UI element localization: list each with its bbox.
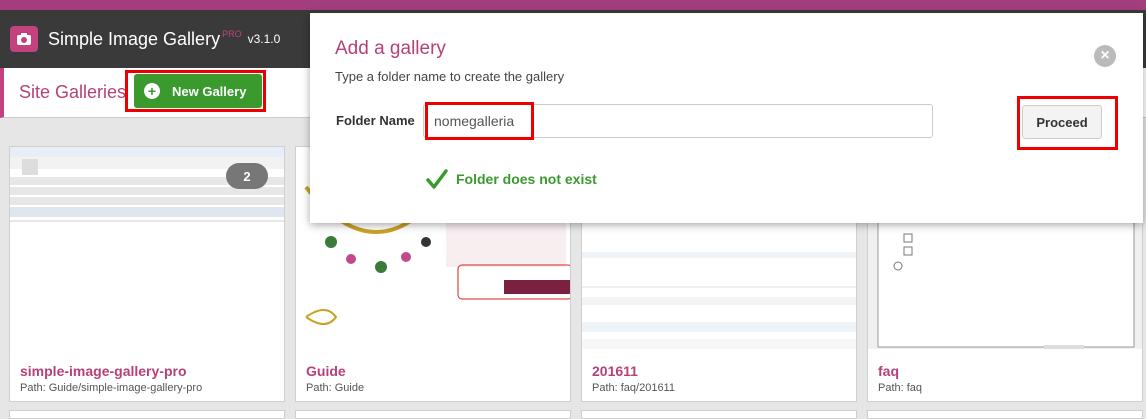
proceed-highlight <box>1017 96 1118 150</box>
gallery-name[interactable]: 201611 <box>592 363 638 379</box>
new-gallery-highlight <box>125 70 266 112</box>
gallery-name[interactable]: faq <box>878 363 899 379</box>
app-title: Simple Image Gallery <box>48 28 221 49</box>
gallery-path: Path: Guide/simple-image-gallery-pro <box>20 382 203 394</box>
camera-icon <box>10 26 38 52</box>
folder-input-highlight <box>425 102 534 140</box>
gallery-card-next-row <box>295 410 571 419</box>
folder-status-text: Folder does not exist <box>456 171 597 187</box>
version-label: v3.1.0 <box>247 32 281 46</box>
site-galleries-title: Site Galleries <box>19 82 127 102</box>
gallery-card[interactable]: 2 simple-image-gallery-pro Path: Guide/s… <box>9 146 285 402</box>
dialog-subtitle: Type a folder name to create the gallery <box>335 69 565 84</box>
gallery-card-next-row <box>581 410 857 419</box>
gallery-path: Path: faq <box>878 382 923 394</box>
gallery-path: Path: faq/201611 <box>592 382 675 394</box>
gallery-path: Path: Guide <box>306 382 365 394</box>
gallery-card-next-row <box>9 410 285 419</box>
gallery-name[interactable]: Guide <box>306 363 346 379</box>
top-strip <box>0 0 1146 10</box>
dialog-title: Add a gallery <box>335 38 446 59</box>
gallery-card-next-row <box>867 410 1143 419</box>
gallery-name[interactable]: simple-image-gallery-pro <box>20 363 187 379</box>
folder-name-label: Folder Name <box>336 113 415 128</box>
checkmark-icon <box>426 169 448 189</box>
folder-status: Folder does not exist <box>426 168 597 190</box>
pro-label: PRO <box>222 29 242 39</box>
image-count-badge: 2 <box>226 163 268 189</box>
close-icon[interactable]: × <box>1094 45 1116 67</box>
